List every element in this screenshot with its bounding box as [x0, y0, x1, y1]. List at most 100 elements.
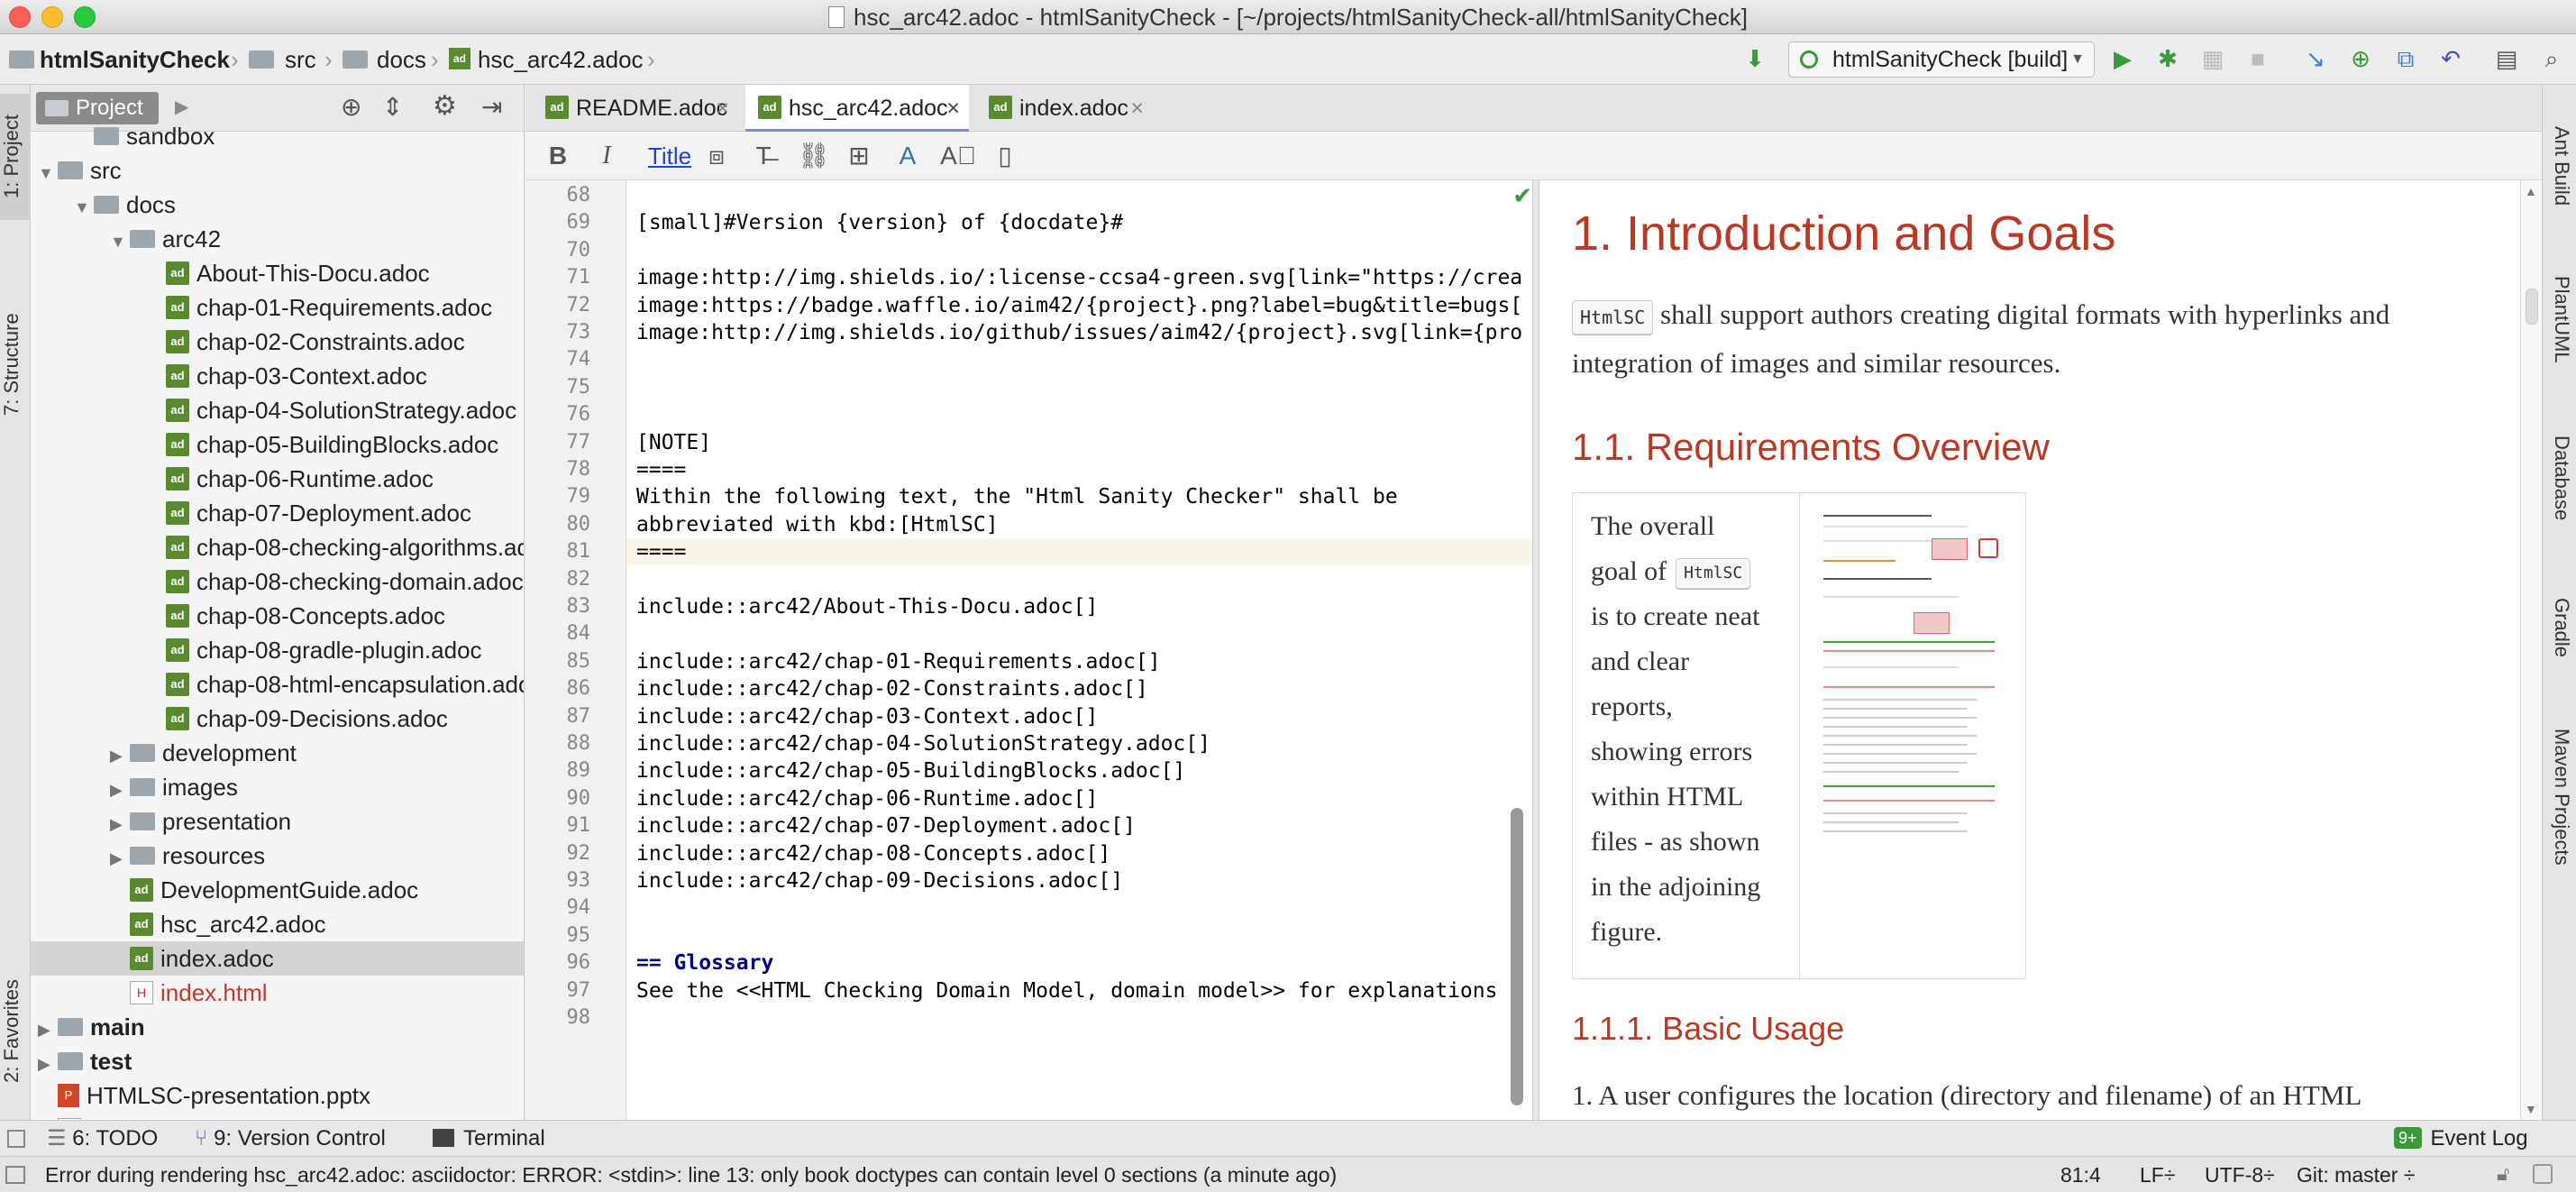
breadcrumb-root[interactable]: htmlSanityCheck [40, 34, 230, 85]
vcs-commit-icon[interactable]: ⊕ [2347, 45, 2374, 72]
tree-item[interactable]: ad chap-08-checking-domain.adoc [31, 564, 524, 599]
code-line[interactable]: include::arc42/chap-03-Context.adoc[] [636, 703, 1098, 730]
code-editor[interactable]: ✔ [small]#Version {version} of {docdate}… [627, 180, 1532, 1120]
code-line[interactable]: include::arc42/chap-01-Requirements.adoc… [636, 648, 1161, 675]
debug-icon[interactable]: ✱ [2154, 45, 2181, 72]
tree-item[interactable]: ad DevelopmentGuide.adoc [31, 873, 524, 907]
memory-indicator-icon[interactable] [2533, 1164, 2553, 1184]
close-icon[interactable]: × [716, 85, 729, 132]
structure-tool-tab[interactable]: 7: Structure [0, 247, 31, 481]
link-icon[interactable]: ⛓ [798, 141, 830, 171]
bold-icon[interactable]: B [544, 141, 572, 171]
tree-item[interactable]: .gitignore [31, 1113, 524, 1120]
plantuml-tool-tab[interactable]: PlantUML [2546, 256, 2573, 382]
database-tool-tab[interactable]: Database [2546, 415, 2573, 541]
tree-item[interactable]: ad chap-04-SolutionStrategy.adoc [31, 393, 524, 427]
tree-item[interactable]: ▶ resources [31, 839, 524, 876]
tree-item[interactable]: ad chap-08-checking-algorithms.adoc [31, 530, 524, 564]
status-toggle-icon[interactable] [5, 1166, 25, 1184]
gradle-tool-tab[interactable]: Gradle [2546, 573, 2573, 682]
editor-preview-splitter[interactable] [1532, 180, 1539, 1120]
tree-item[interactable]: ad chap-06-Runtime.adoc [31, 462, 524, 496]
close-icon[interactable]: × [946, 85, 960, 132]
text-color-icon[interactable]: A [893, 141, 922, 171]
italic-icon[interactable]: I [592, 141, 621, 171]
tree-item[interactable]: P HTMLSC-presentation.pptx [31, 1078, 524, 1113]
tree-item[interactable]: ad chap-08-html-encapsulation.adoc [31, 667, 524, 701]
code-line[interactable]: include::arc42/chap-07-Deployment.adoc[] [636, 812, 1136, 839]
chevron-down-icon[interactable]: ▼ [74, 190, 94, 225]
tree-item[interactable]: ad chap-08-Concepts.adoc [31, 599, 524, 633]
chevron-down-icon[interactable]: ▼ [38, 156, 58, 190]
tree-item[interactable]: sandbox [31, 119, 524, 153]
panel-toggle-icon[interactable] [7, 1130, 25, 1148]
code-line[interactable]: abbreviated with kbd:[HtmlSC] [636, 511, 999, 538]
code-line[interactable]: include::arc42/chap-02-Constraints.adoc[… [636, 675, 1148, 702]
tree-item[interactable]: ▶ images [31, 770, 524, 807]
tree-item[interactable]: ad chap-01-Requirements.adoc [31, 290, 524, 325]
tree-item[interactable]: ▼ arc42 [31, 222, 524, 259]
code-line[interactable]: include::arc42/chap-06-Runtime.adoc[] [636, 785, 1098, 812]
code-line[interactable]: See the <<HTML Checking Domain Model, do… [636, 977, 1522, 1004]
code-line[interactable]: ==== [636, 456, 686, 483]
editor-scrollbar[interactable] [1511, 808, 1523, 1105]
breadcrumb-src[interactable]: src [285, 34, 316, 85]
version-control-tool-tab[interactable]: ⑂ 9: Version Control [195, 1121, 386, 1157]
project-structure-icon[interactable]: ▤ [2493, 45, 2520, 72]
close-window-button[interactable] [9, 6, 31, 28]
run-configuration-select[interactable]: htmlSanityCheck [build] ▼ [1788, 41, 2095, 78]
tab-index[interactable]: ad index.adoc × [976, 85, 1153, 132]
tree-item[interactable]: ad About-This-Docu.adoc [31, 256, 524, 290]
status-message[interactable]: Error during rendering hsc_arc42.adoc: a… [45, 1157, 1337, 1192]
tree-item[interactable]: ad hsc_arc42.adoc [31, 907, 524, 941]
chevron-right-icon[interactable]: ▶ [38, 1013, 58, 1047]
tree-item[interactable]: ▶ presentation [31, 804, 524, 839]
tree-item[interactable]: ▼ src [31, 153, 524, 190]
sort-icon[interactable]: ⬇ [1741, 45, 1768, 72]
breadcrumb-file[interactable]: hsc_arc42.adoc [478, 34, 644, 85]
terminal-tool-tab[interactable]: Terminal [433, 1121, 545, 1157]
vcs-update-icon[interactable]: ↘ [2302, 45, 2329, 72]
cursor-position[interactable]: 81:4 [2060, 1157, 2101, 1192]
tree-item[interactable]: ▶ main [31, 1010, 524, 1047]
locate-file-icon[interactable]: ⊕ [341, 92, 361, 122]
todo-tool-tab[interactable]: ☰ 6: TODO [47, 1121, 158, 1157]
tree-item[interactable]: ad chap-09-Decisions.adoc [31, 701, 524, 736]
git-branch[interactable]: Git: master ÷ [2297, 1157, 2415, 1192]
code-line[interactable]: include::arc42/About-This-Docu.adoc[] [636, 593, 1098, 620]
code-line[interactable]: Within the following text, the "Html San… [636, 483, 1398, 510]
tree-item[interactable]: ad chap-07-Deployment.adoc [31, 496, 524, 530]
preview-scroll-thumb[interactable] [2526, 289, 2538, 325]
maven-projects-tool-tab[interactable]: Maven Projects [2546, 707, 2573, 887]
chevron-down-icon[interactable]: ▼ [110, 225, 130, 259]
chevron-right-icon[interactable]: ▶ [110, 773, 130, 807]
scroll-down-icon[interactable]: ▼ [2525, 1102, 2537, 1116]
chevron-right-icon[interactable]: ▶ [110, 841, 130, 876]
close-icon[interactable]: × [1130, 85, 1144, 132]
event-log-tool-tab[interactable]: 9+ Event Log [2394, 1121, 2528, 1157]
tree-item[interactable]: ▶ test [31, 1044, 524, 1078]
code-line[interactable]: [NOTE] [636, 429, 711, 456]
code-line[interactable]: [small]#Version {version} of {docdate}# [636, 209, 1123, 236]
favorites-tool-tab[interactable]: 2: Favorites [0, 950, 31, 1113]
collapse-all-icon[interactable]: ⇕ [382, 92, 403, 122]
code-line[interactable]: image:http://img.shields.io/github/issue… [636, 319, 1522, 346]
vcs-compare-icon[interactable]: ⧉ [2392, 45, 2419, 72]
code-line[interactable]: include::arc42/chap-09-Decisions.adoc[] [636, 867, 1123, 894]
tree-item[interactable]: ▼ docs [31, 188, 524, 225]
tree-item[interactable]: ad chap-08-gradle-plugin.adoc [31, 633, 524, 667]
stop-icon[interactable]: ■ [2244, 45, 2271, 72]
code-line[interactable]: include::arc42/chap-08-Concepts.adoc[] [636, 840, 1110, 867]
hide-panel-icon[interactable]: ⇥ [481, 92, 502, 122]
coverage-icon[interactable]: ▦ [2199, 45, 2226, 72]
preview-scrollbar[interactable]: ▲ ▼ [2520, 180, 2542, 1120]
scroll-up-icon[interactable]: ▲ [2525, 184, 2537, 198]
minimize-window-button[interactable] [41, 6, 63, 28]
tree-item[interactable]: Hindex.html [31, 976, 524, 1010]
code-line[interactable]: image:https://badge.waffle.io/aim42/{pro… [636, 292, 1522, 319]
line-separator[interactable]: LF÷ [2140, 1157, 2175, 1192]
tree-item[interactable]: ad chap-02-Constraints.adoc [31, 325, 524, 359]
strikethrough-icon[interactable]: T̶ [749, 141, 778, 171]
tree-item[interactable]: ad index.adoc [31, 941, 524, 976]
font-size-icon[interactable]: A⃞ [940, 141, 976, 171]
